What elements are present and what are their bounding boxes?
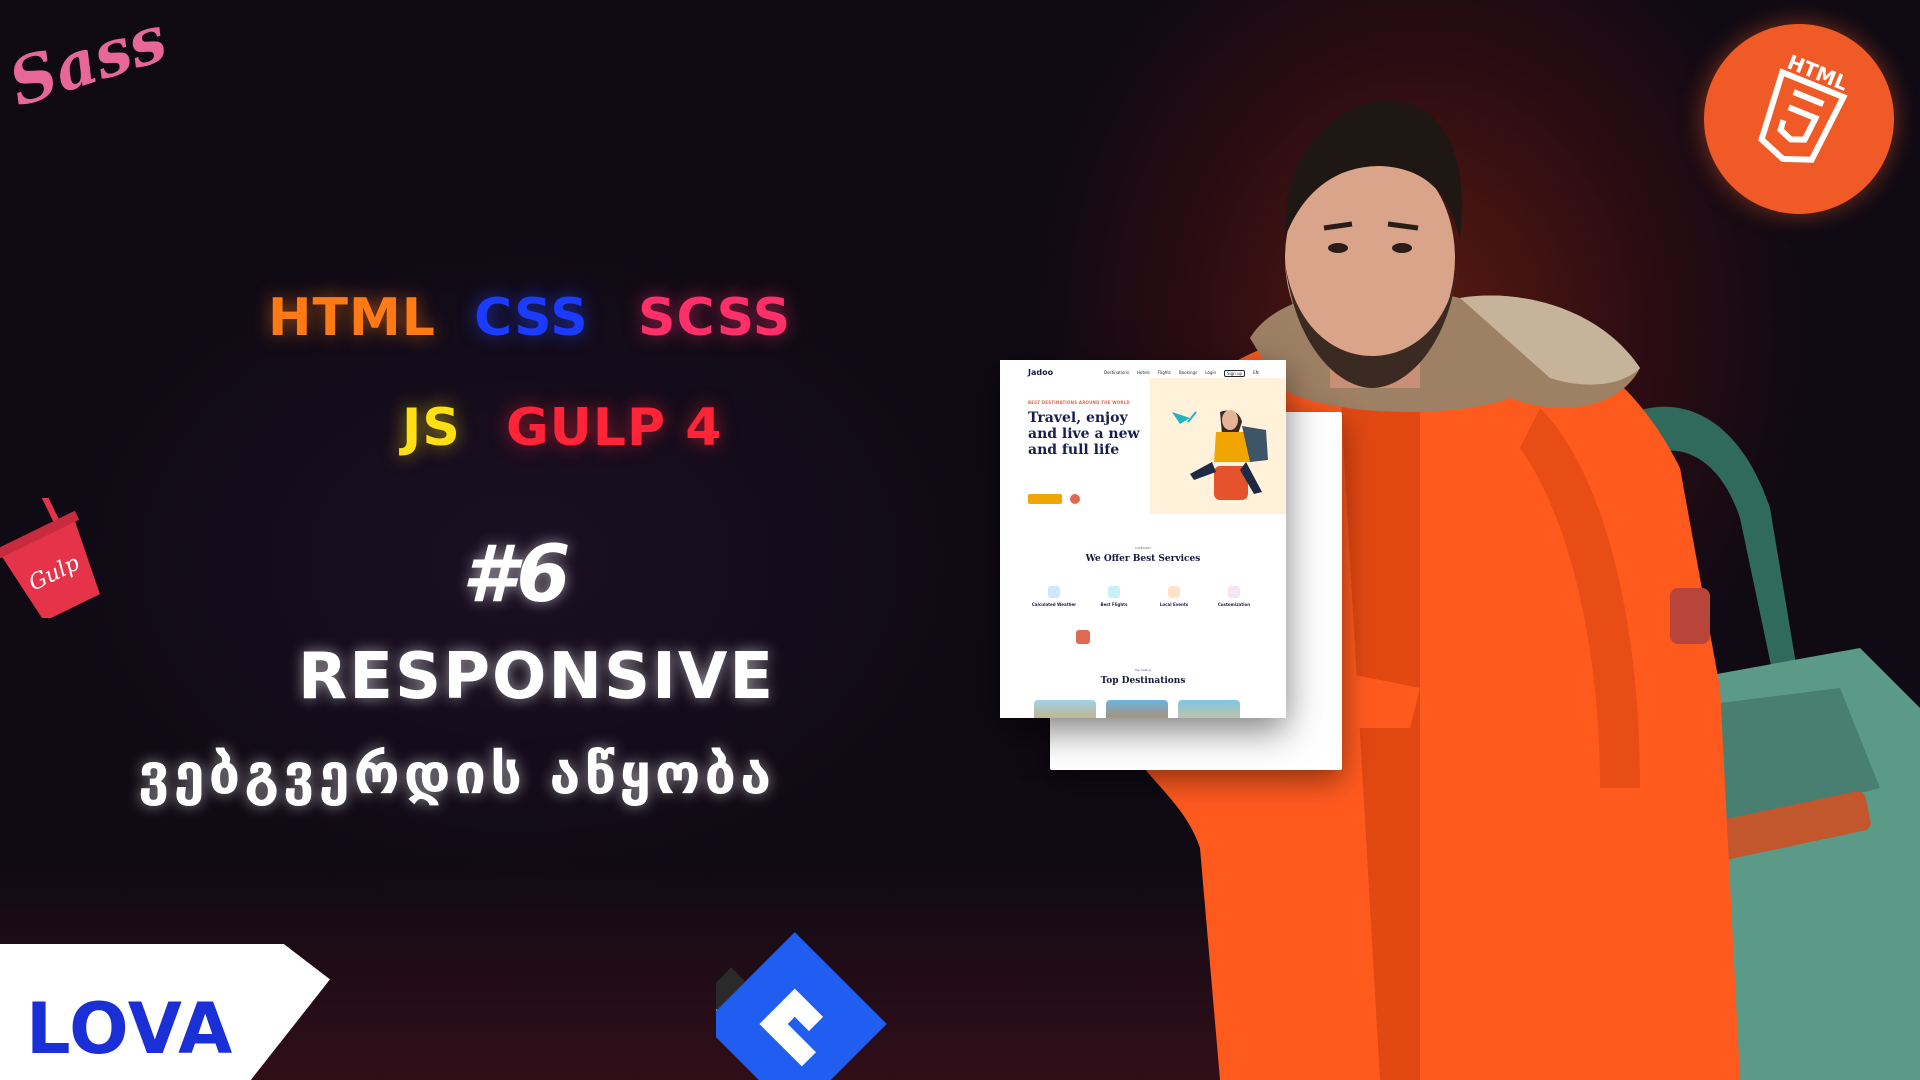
gulp-logo: Gulp: [0, 475, 120, 622]
headline: RESPONSIVE: [298, 640, 776, 714]
website-mockup: Jadoo Destinations Hotels Flights Bookin…: [1000, 360, 1286, 718]
destination-image: [1034, 700, 1096, 718]
sass-logo-text: Sass: [0, 1, 176, 122]
mockup-nav-item: Destinations: [1104, 370, 1130, 375]
mockup-nav-item: Hotels: [1137, 370, 1150, 375]
cube-logo: [674, 924, 916, 1080]
mockup-card-title: Best Flights: [1100, 602, 1128, 607]
mockup-top-kicker: Top Selling: [1134, 668, 1152, 672]
sass-logo: Sass: [0, 0, 190, 160]
mockup-service-card: Customization: [1208, 586, 1260, 607]
mockup-service-cards: Calculated Weather Best Flights Local Ev…: [1028, 586, 1260, 607]
mockup-card-title: Local Events: [1159, 602, 1189, 607]
gear-icon: [1228, 586, 1240, 598]
mockup-decoration: [1076, 630, 1090, 644]
mockup-logo: Jadoo: [1028, 368, 1054, 377]
mockup-destinations: [1034, 700, 1240, 718]
destination-image: [1178, 700, 1240, 718]
mockup-nav-item: Bookings: [1178, 370, 1198, 375]
mockup-hero-title: Travel, enjoy and live a new and full li…: [1028, 410, 1140, 458]
flight-icon: [1108, 586, 1120, 598]
tag-gulp: GULP 4: [506, 398, 723, 458]
mockup-nav: Destinations Hotels Flights Bookings Log…: [1104, 370, 1259, 377]
mockup-service-card: Local Events: [1148, 586, 1200, 607]
microphone-icon: [1168, 586, 1180, 598]
mockup-card-title: Calculated Weather: [1031, 602, 1077, 607]
mockup-play-icon: [1070, 494, 1080, 504]
mockup-nav-item: Flights: [1157, 370, 1171, 375]
mockup-services-title: We Offer Best Services: [1085, 554, 1201, 564]
mockup-service-card: Best Flights: [1088, 586, 1140, 607]
mockup-services-kicker: CATEGORY: [1134, 546, 1152, 550]
mockup-nav-lang: EN: [1253, 370, 1259, 375]
episode-number: #6: [462, 530, 571, 620]
tag-css: CSS: [474, 288, 589, 348]
weather-icon: [1048, 586, 1060, 598]
mockup-top-title: Top Destinations: [1100, 676, 1186, 686]
mockup-kicker: BEST DESTINATIONS AROUND THE WORLD: [1028, 400, 1130, 405]
tag-js: JS: [402, 398, 461, 458]
mockup-traveler-illustration: [1172, 410, 1268, 500]
mockup-card-title: Customization: [1217, 602, 1251, 607]
mockup-service-card: Calculated Weather: [1028, 586, 1080, 607]
brand-name: LOVA: [26, 988, 234, 1070]
tag-html: HTML: [268, 288, 436, 348]
tag-scss: SCSS: [638, 288, 792, 348]
subline-georgian: ვებგვერდის აწყობა: [138, 742, 776, 807]
mockup-nav-signup: Sign up: [1224, 370, 1246, 377]
mockup-cta-button: [1028, 494, 1062, 504]
mockup-nav-item: Login: [1205, 370, 1217, 375]
destination-image: [1106, 700, 1168, 718]
